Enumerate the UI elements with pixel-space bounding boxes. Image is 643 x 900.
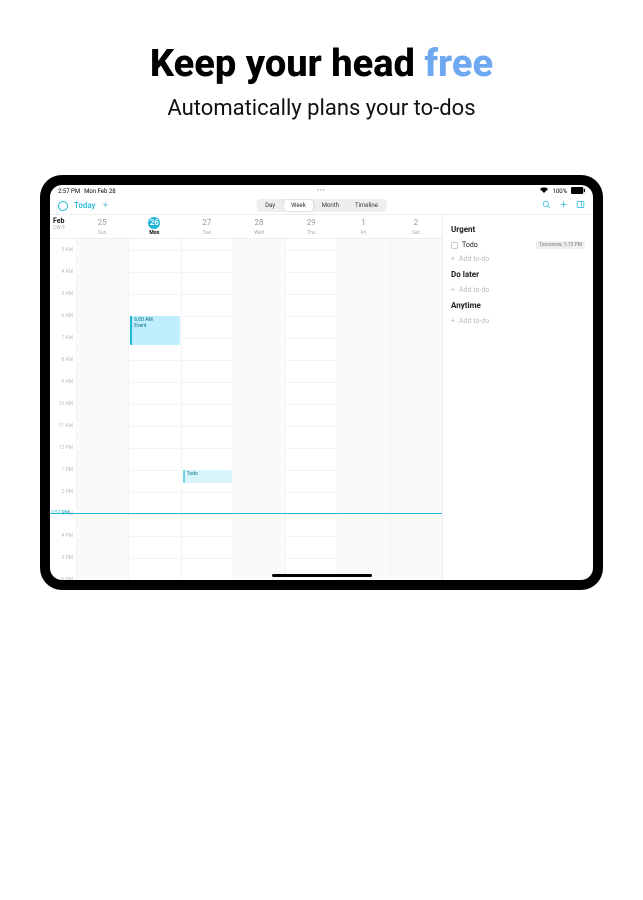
hour-label: 11 AM bbox=[59, 423, 74, 429]
hour-label: 4 PM bbox=[61, 533, 73, 539]
clock-icon[interactable] bbox=[58, 201, 68, 211]
add-todo-later[interactable]: +Add to-do bbox=[451, 283, 585, 297]
day-header[interactable]: 27Tue bbox=[181, 215, 233, 238]
hour-label: 6 AM bbox=[61, 313, 73, 319]
day-name: Sun bbox=[76, 230, 128, 236]
day-column[interactable] bbox=[337, 239, 389, 580]
today-button[interactable]: Today bbox=[74, 201, 96, 210]
tab-month[interactable]: Month bbox=[314, 200, 347, 211]
promo-subtitle: Automatically plans your to-dos bbox=[0, 96, 643, 121]
toolbar: Today ✦ Day Week Month Timeline bbox=[50, 197, 593, 215]
hour-label: 9 AM bbox=[61, 379, 73, 385]
day-name: Sat bbox=[390, 230, 442, 236]
now-indicator bbox=[50, 513, 442, 514]
calendar-grid[interactable]: 3 AM 4 AM 5 AM 6 AM 7 AM 8 AM 9 AM 10 AM 11 AM 12… bbox=[50, 239, 442, 580]
add-icon[interactable] bbox=[559, 200, 568, 211]
section-do-later: Do later bbox=[451, 270, 585, 279]
battery-pct: 100% bbox=[552, 188, 567, 195]
day-number: 28 bbox=[253, 217, 265, 229]
search-icon[interactable] bbox=[542, 200, 551, 211]
day-column[interactable]: 6:00 AMEvent bbox=[128, 239, 180, 580]
due-badge: Tomorrow, 1:15 PM bbox=[536, 241, 585, 249]
sidebar-toggle-icon[interactable] bbox=[576, 200, 585, 211]
day-name: Wed bbox=[233, 230, 285, 236]
hour-label: 12 PM bbox=[59, 445, 73, 451]
ipad-frame: ••• 2:57 PM Mon Feb 28 100% Today ✦ bbox=[40, 175, 603, 590]
day-number: 29 bbox=[305, 217, 317, 229]
hour-label: 5 PM bbox=[61, 555, 73, 561]
day-column[interactable]: Todo bbox=[181, 239, 233, 580]
day-number: 26 bbox=[148, 217, 160, 229]
home-indicator[interactable] bbox=[272, 574, 372, 577]
todo-item[interactable]: Todo Tomorrow, 1:15 PM bbox=[451, 238, 585, 252]
day-number: 27 bbox=[201, 217, 213, 229]
day-name: Tue bbox=[181, 230, 233, 236]
day-column[interactable] bbox=[390, 239, 442, 580]
day-number: 25 bbox=[96, 217, 108, 229]
todo-sidebar: Urgent Todo Tomorrow, 1:15 PM +Add to-do… bbox=[443, 215, 593, 580]
calendar-week-view[interactable]: Feb CW 9 25Sun26Mon27Tue28Wed29Thu1Fri2S… bbox=[50, 215, 443, 580]
day-name: Thu bbox=[285, 230, 337, 236]
add-todo-urgent[interactable]: +Add to-do bbox=[451, 252, 585, 266]
todo-label: Todo bbox=[462, 241, 478, 249]
view-segmented-control[interactable]: Day Week Month Timeline bbox=[256, 199, 387, 212]
section-urgent: Urgent bbox=[451, 225, 585, 234]
day-header[interactable]: 28Wed bbox=[233, 215, 285, 238]
day-header[interactable]: 29Thu bbox=[285, 215, 337, 238]
day-header[interactable]: 1Fri bbox=[337, 215, 389, 238]
calendar-todo-event[interactable]: Todo bbox=[183, 470, 232, 483]
hour-label: 1 PM bbox=[61, 467, 73, 473]
hour-label: 10 AM bbox=[59, 401, 74, 407]
hour-label: 5 AM bbox=[61, 291, 73, 297]
event-title: Todo bbox=[187, 471, 198, 477]
plus-icon: + bbox=[451, 317, 455, 325]
wifi-icon bbox=[540, 187, 548, 195]
battery-icon bbox=[571, 187, 585, 196]
month-label: Feb bbox=[53, 217, 73, 225]
hour-label: 6 PM bbox=[61, 577, 73, 580]
hour-label: 8 AM bbox=[61, 357, 73, 363]
day-header[interactable]: 2Sat bbox=[390, 215, 442, 238]
app-screen: ••• 2:57 PM Mon Feb 28 100% Today ✦ bbox=[50, 185, 593, 580]
hour-label: 3 AM bbox=[61, 247, 73, 253]
day-header[interactable]: 26Mon bbox=[128, 215, 180, 238]
tab-timeline[interactable]: Timeline bbox=[347, 200, 386, 211]
sparkle-icon[interactable]: ✦ bbox=[102, 201, 110, 211]
calendar-event[interactable]: 6:00 AMEvent bbox=[130, 316, 179, 345]
status-time: 2:57 PM bbox=[58, 188, 80, 195]
now-time-label: 2:57 PM bbox=[51, 510, 69, 516]
day-column[interactable] bbox=[233, 239, 285, 580]
event-title: Event bbox=[134, 323, 177, 329]
section-anytime: Anytime bbox=[451, 301, 585, 310]
calendar-header: Feb CW 9 25Sun26Mon27Tue28Wed29Thu1Fri2S… bbox=[50, 215, 442, 239]
day-name: Fri bbox=[337, 230, 389, 236]
day-number: 2 bbox=[410, 217, 422, 229]
day-column[interactable] bbox=[285, 239, 337, 580]
hour-label: 2 PM bbox=[61, 489, 73, 495]
multitask-dots[interactable]: ••• bbox=[317, 187, 326, 194]
promo-title: Keep your head free bbox=[0, 42, 643, 86]
tab-day[interactable]: Day bbox=[257, 200, 283, 211]
hour-label: 7 AM bbox=[61, 335, 73, 341]
add-todo-anytime[interactable]: +Add to-do bbox=[451, 314, 585, 328]
plus-icon: + bbox=[451, 286, 455, 294]
day-number: 1 bbox=[358, 217, 370, 229]
status-date: Mon Feb 28 bbox=[84, 188, 116, 195]
checkbox-icon[interactable] bbox=[451, 242, 458, 249]
day-column[interactable] bbox=[76, 239, 128, 580]
day-name: Mon bbox=[128, 230, 180, 236]
tab-week[interactable]: Week bbox=[283, 200, 314, 211]
hour-label: 4 AM bbox=[61, 269, 73, 275]
plus-icon: + bbox=[451, 255, 455, 263]
week-number: CW 9 bbox=[53, 225, 73, 231]
day-header[interactable]: 25Sun bbox=[76, 215, 128, 238]
